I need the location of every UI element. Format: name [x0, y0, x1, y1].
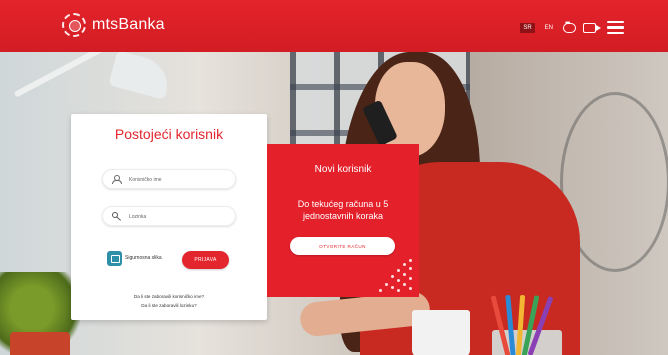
logo-icon [62, 13, 86, 37]
username-input[interactable] [129, 173, 233, 186]
dots-decoration [375, 253, 415, 293]
language-en[interactable]: EN [542, 23, 556, 33]
desk-lamp-illustration [13, 52, 123, 98]
secure-image-label: Sigurnosna slika [125, 255, 162, 261]
new-user-title: Novi korisnik [314, 164, 372, 175]
header-actions: SR EN [520, 20, 624, 34]
top-header: mtsBanka SR EN [0, 0, 668, 52]
user-icon [112, 175, 122, 184]
brand-name: mtsBanka [92, 16, 165, 33]
chat-icon[interactable] [563, 20, 576, 33]
brand-logo[interactable]: mtsBanka [62, 13, 165, 37]
login-title: Postojeći korisnik [114, 126, 224, 142]
secure-image-icon[interactable] [107, 251, 122, 266]
language-sr[interactable]: SR [520, 22, 535, 33]
forgot-username-link[interactable]: Da li ste zaboravili korisničko ime? [71, 294, 267, 299]
new-user-panel: Novi korisnik Do tekućeg računa u 5 jedn… [267, 144, 419, 297]
new-user-description: Do tekućeg računa u 5 jednostavnih korak… [297, 199, 389, 221]
menu-icon[interactable] [607, 21, 624, 34]
password-field[interactable] [102, 206, 236, 226]
forgot-password-link[interactable]: Da li ste zaboravili lozinku? [71, 303, 267, 308]
login-card: Postojeći korisnik Sigurnosna slika PRIJ… [71, 114, 267, 320]
mug-illustration [412, 310, 470, 355]
username-field[interactable] [102, 169, 236, 189]
key-icon [112, 212, 121, 221]
password-input[interactable] [129, 210, 233, 223]
pencils-illustration [490, 292, 564, 355]
login-button[interactable]: PRIJAVA [182, 251, 229, 269]
video-icon[interactable] [583, 22, 601, 33]
